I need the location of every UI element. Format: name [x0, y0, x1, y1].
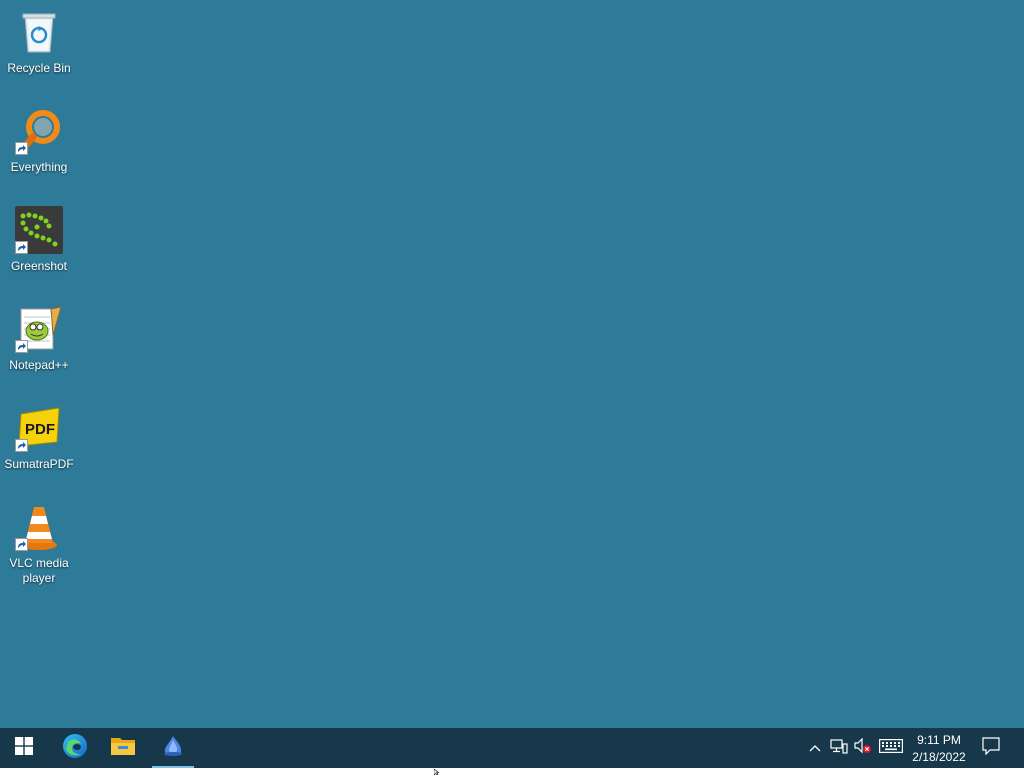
desktop-icon-recycle-bin[interactable]: Recycle Bin — [2, 6, 76, 76]
desktop-icon-sumatrapdf[interactable]: PDF SumatraPDF — [2, 402, 76, 472]
desktop-icon-notepad-plus-plus[interactable]: Notepad++ — [2, 303, 76, 373]
taskbar-edge-button[interactable] — [52, 728, 98, 768]
start-button[interactable] — [1, 728, 47, 768]
desktop[interactable]: Recycle Bin Everything Greenshot Notepad… — [0, 0, 1024, 728]
taskbar: 9:11 PM 2/18/2022 — [0, 728, 1024, 768]
clock-date: 2/18/2022 — [912, 750, 966, 764]
shortcut-arrow-icon — [15, 439, 28, 452]
show-hidden-icons-button[interactable] — [805, 738, 825, 758]
taskbar-app-button[interactable] — [150, 728, 196, 768]
desktop-icon-label: SumatraPDF — [4, 457, 74, 471]
desktop-icon-label: Recycle Bin — [7, 61, 71, 75]
windows-start-icon — [15, 736, 33, 760]
shortcut-arrow-icon — [15, 538, 28, 551]
desktop-icon-label: Notepad++ — [9, 358, 69, 372]
network-icon — [830, 738, 848, 759]
volume-tray-button[interactable] — [853, 737, 873, 759]
greenshot-icon — [15, 206, 63, 254]
notepad-plus-plus-icon — [15, 305, 63, 353]
vlc-icon — [15, 503, 63, 551]
shortcut-arrow-icon — [15, 142, 28, 155]
action-center-icon — [982, 736, 1000, 760]
taskbar-file-explorer-button[interactable] — [100, 728, 146, 768]
volume-muted-icon — [854, 737, 872, 759]
desktop-icon-vlc-media-player[interactable]: VLC media player — [2, 501, 76, 586]
desktop-icon-everything[interactable]: Everything — [2, 105, 76, 175]
show-hidden-icons-chevron-icon — [809, 739, 821, 757]
touch-keyboard-button[interactable] — [879, 738, 903, 758]
desktop-icon-label: VLC media player — [9, 556, 69, 585]
sumatrapdf-icon: PDF — [15, 404, 63, 452]
network-tray-button[interactable] — [829, 738, 849, 758]
mouse-cursor — [433, 762, 440, 780]
edge-icon — [62, 733, 88, 764]
recycle-bin-icon — [15, 8, 63, 56]
svg-text:PDF: PDF — [25, 421, 55, 438]
shortcut-arrow-icon — [15, 340, 28, 353]
desktop-icon-label: Everything — [10, 160, 68, 174]
keyboard-icon — [879, 738, 903, 758]
shortcut-arrow-icon — [15, 241, 28, 254]
clock-time: 9:11 PM — [917, 733, 961, 747]
desktop-icon-label: Greenshot — [10, 259, 68, 273]
taskbar-clock[interactable]: 9:11 PM 2/18/2022 — [904, 730, 974, 768]
everything-search-icon — [15, 107, 63, 155]
desktop-icon-greenshot[interactable]: Greenshot — [2, 204, 76, 274]
file-explorer-icon — [111, 736, 135, 761]
action-center-button[interactable] — [981, 736, 1001, 760]
app-icon — [161, 734, 185, 763]
